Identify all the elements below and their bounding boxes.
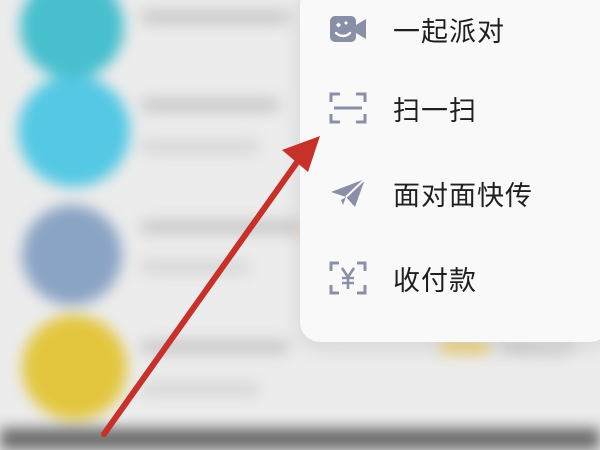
menu-item-label: 一起派对 xyxy=(393,16,505,48)
avatar xyxy=(20,0,124,79)
menu-item-label: 收付款 xyxy=(393,265,477,297)
menu-item-scan[interactable]: 扫一扫 xyxy=(300,65,600,151)
menu-item-label: 面对面快传 xyxy=(393,180,533,212)
plus-popup-menu: 一起派对 扫一扫 面对面快传 收付款 xyxy=(300,0,600,342)
avatar xyxy=(22,315,127,420)
avatar xyxy=(18,75,130,187)
menu-item-label: 扫一扫 xyxy=(393,95,477,127)
avatar xyxy=(22,205,122,305)
menu-item-face-to-face-transfer[interactable]: 面对面快传 xyxy=(300,150,600,236)
menu-item-payment[interactable]: 收付款 xyxy=(300,235,600,321)
menu-item-party[interactable]: 一起派对 xyxy=(300,0,600,72)
bottom-list-edge xyxy=(0,428,600,450)
scan-icon xyxy=(328,88,368,128)
party-camera-icon xyxy=(328,9,368,49)
yuan-payment-icon xyxy=(328,258,368,298)
send-plane-icon xyxy=(328,173,368,213)
